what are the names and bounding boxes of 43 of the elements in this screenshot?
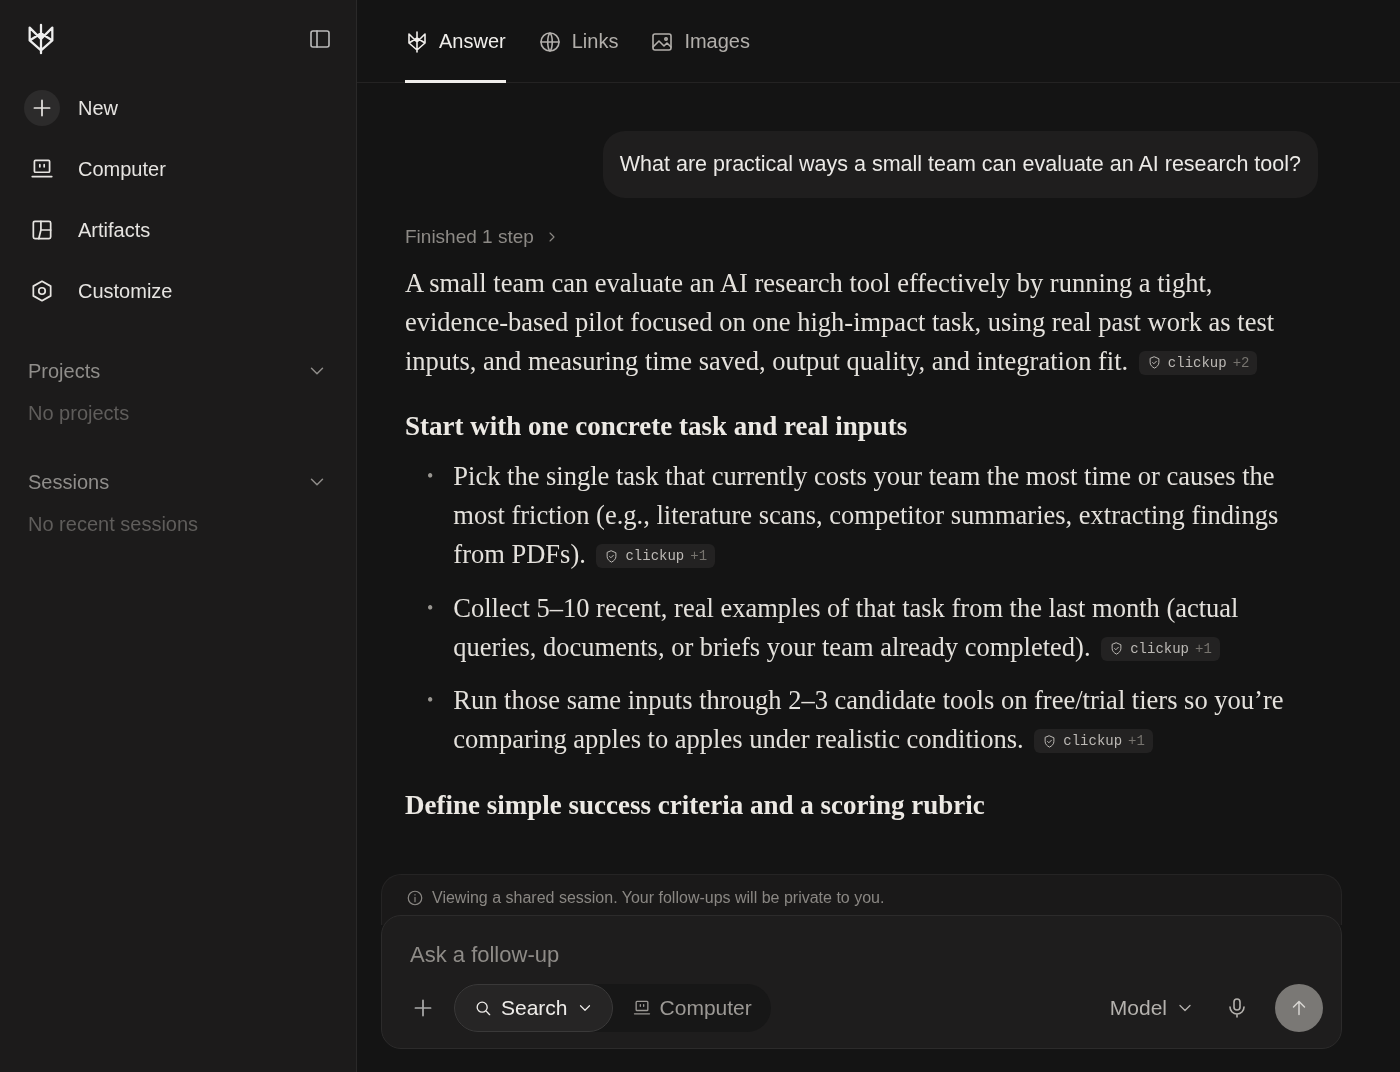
computer-icon bbox=[631, 998, 652, 1018]
bullet-item: Collect 5–10 recent, real examples of that task from the last month (actual queries, documents, or briefs your team already completed). clickup +1 bbox=[453, 591, 1240, 664]
tab[interactable]: Images bbox=[650, 0, 750, 83]
mode-toggle[interactable]: Computer bbox=[612, 984, 771, 1032]
shield-icon bbox=[1109, 641, 1125, 657]
citation-chip[interactable]: clickup +2 bbox=[1138, 350, 1258, 375]
bullet-item: Run those same inputs through 2–3 candidate tools on free/trial tiers so you’re comparing apples to apples under realistic conditions. clickup +1 bbox=[453, 684, 1285, 757]
sidebar-item[interactable]: New bbox=[24, 90, 118, 126]
tab[interactable]: Links bbox=[537, 0, 619, 83]
globe-icon bbox=[537, 29, 562, 54]
sidebar-item[interactable]: Customize bbox=[24, 273, 173, 309]
citation-chip[interactable]: clickup +1 bbox=[1034, 729, 1153, 754]
section-heading: Start with one concrete task and real inputs bbox=[405, 410, 909, 444]
section-header[interactable]: Projects bbox=[24, 356, 332, 386]
follow-up-input[interactable]: Ask a follow-up bbox=[410, 942, 1010, 968]
answer-paragraph: A small team can evaluate an AI research tool effectively by running a tight, evidence-based pilot focused on one high-impact task, using real past work as test inputs, and measuring time saved, output quality, and integration fit. clickup +2 bbox=[405, 267, 1276, 378]
model-selector[interactable]: Model bbox=[1109, 996, 1195, 1020]
bullet-marker: • bbox=[427, 465, 434, 489]
section-heading: Define simple success criteria and a scoring rubric bbox=[405, 788, 986, 822]
bullet-marker: • bbox=[427, 596, 434, 620]
sidebar-toggle[interactable] bbox=[308, 27, 332, 51]
empty-text: No projects bbox=[27, 402, 131, 425]
bullet-marker: • bbox=[427, 689, 434, 713]
shield-icon bbox=[604, 548, 620, 564]
section-header[interactable]: Sessions bbox=[24, 467, 332, 497]
user-query: What are practical ways a small team can evaluate an AI research tool? bbox=[602, 131, 1318, 198]
bullet-item: Pick the single task that currently costs your team the most time or causes the most friction (e.g., literature scans, competitor summaries, extracting findings from PDFs). clickup +1 bbox=[453, 460, 1280, 572]
info-icon bbox=[406, 889, 424, 907]
steps-toggle[interactable]: Finished 1 step bbox=[405, 226, 560, 248]
sidebar-toggle-icon bbox=[308, 27, 332, 51]
logo-icon bbox=[405, 29, 429, 54]
empty-text: No recent sessions bbox=[27, 513, 200, 536]
sidebar-item[interactable]: Artifacts bbox=[24, 212, 151, 248]
mode-toggle[interactable]: Search bbox=[454, 984, 613, 1032]
sidebar-item[interactable]: Computer bbox=[24, 151, 166, 187]
artifacts-icon bbox=[29, 217, 55, 243]
send-button[interactable] bbox=[1275, 984, 1323, 1032]
shield-icon bbox=[1146, 355, 1162, 371]
hexagon-icon bbox=[29, 278, 55, 304]
citation-chip[interactable]: clickup +1 bbox=[1101, 636, 1220, 661]
tab[interactable]: Answer bbox=[405, 0, 506, 83]
citation-chip[interactable]: clickup +1 bbox=[596, 544, 716, 569]
shield-icon bbox=[1042, 733, 1058, 749]
